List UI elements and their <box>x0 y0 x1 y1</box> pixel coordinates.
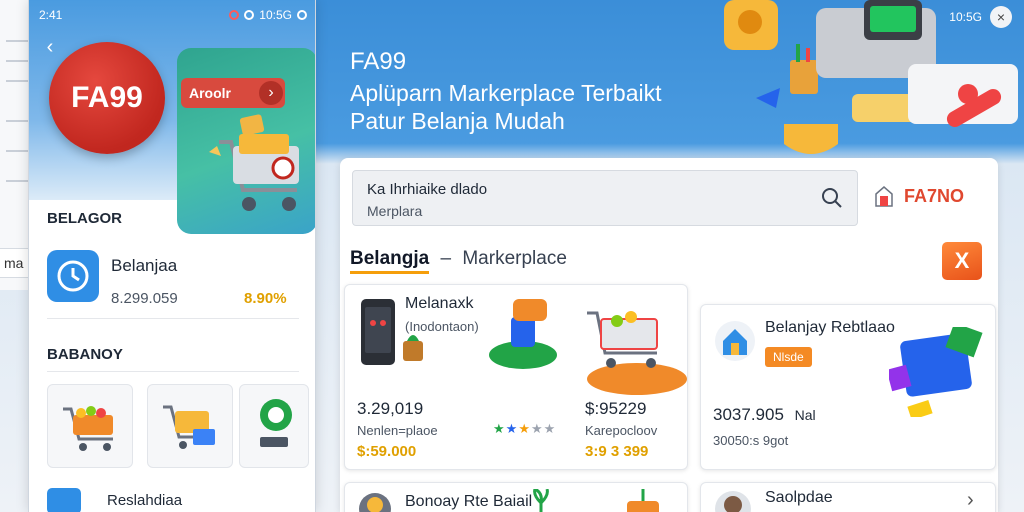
scale-icon <box>489 299 557 369</box>
product-name-right: Belanjay Rebtlaao <box>765 319 895 336</box>
product-name: Melanaxk <box>405 295 474 312</box>
hero-subtitle-2: Patur Belanja Mudah <box>350 108 565 134</box>
clock-icon <box>57 260 89 292</box>
divider <box>47 318 299 319</box>
section-heading-2: BABANOY <box>47 346 123 363</box>
tag-icon[interactable] <box>47 488 81 512</box>
book-icon <box>889 327 983 417</box>
app-name[interactable]: Belanjaa <box>111 256 177 276</box>
status-icons: 10:5G <box>229 8 307 22</box>
section-heading: BELAGOR <box>47 210 122 227</box>
product-category-right: 30050:s 9got <box>713 433 789 448</box>
app-icon[interactable] <box>47 250 99 302</box>
search-input[interactable]: Ka Ihrhiaike dlado <box>367 181 487 198</box>
search-field[interactable]: Ka Ihrhiaike dlado Merplara <box>352 170 858 226</box>
tab-bar: Belangja – Markerplace <box>350 248 567 274</box>
shopping-cart-icon <box>209 114 299 211</box>
brand-logo: FA99 <box>49 42 165 154</box>
tools-icon <box>852 64 1018 127</box>
app-discount: 8.90% <box>244 290 287 307</box>
avatar-icon <box>359 493 391 512</box>
product-badge: Nlsde <box>765 347 812 367</box>
product-price-right: 3037.905 Nal <box>713 405 816 425</box>
brand-chip[interactable]: FA7NO <box>872 184 964 208</box>
shield-icon <box>784 124 838 154</box>
green-badge-icon <box>260 399 292 447</box>
search-placeholder: Merplara <box>367 203 423 219</box>
product-category: Nenlen=plaoe <box>357 423 438 438</box>
tag-orange-icon <box>627 489 659 512</box>
product-card-bottom-right[interactable]: Saolpdae › <box>700 482 996 512</box>
chevron-right-icon[interactable]: › <box>967 489 974 512</box>
product-name-bottom: Bonoay Rte Baiail <box>405 493 533 510</box>
category-tile-cart[interactable] <box>47 384 133 468</box>
hero-title: FA99 <box>350 48 407 75</box>
product-promo-price-2: 3:9 3 399 <box>585 443 649 460</box>
back-chevron-icon[interactable]: ‹ <box>39 36 61 58</box>
tab-belanja[interactable]: Belangja <box>350 248 430 274</box>
marketplace-card: Ka Ihrhiaike dlado Merplara FA7NO Belang… <box>340 158 998 512</box>
status-network: 10:5G <box>259 8 292 22</box>
store-icon <box>875 186 893 207</box>
rating-stars-icon: ★★★★★ <box>493 421 557 436</box>
coin-box-icon <box>724 0 778 50</box>
grocery-cart-icon <box>163 405 215 449</box>
bottom-item-label[interactable]: Reslahdiaa <box>107 492 182 509</box>
battery-icon <box>297 10 307 20</box>
app-price: 8.299.059 <box>111 290 178 307</box>
hero-subtitle: Aplüparn Markerplace Terbaikt <box>350 80 662 106</box>
category-tile-cart-2[interactable] <box>147 384 233 468</box>
profile-avatar-icon <box>715 491 751 512</box>
product-category-2: Karepocloov <box>585 423 658 438</box>
fruit-cart-icon <box>63 406 113 451</box>
product-price-suffix: Nal <box>794 407 816 423</box>
tab-separator: – <box>440 248 452 269</box>
product-price-2: $:95229 <box>585 399 647 418</box>
sync-icon <box>244 10 255 20</box>
product-subtitle: (Inodontaon) <box>405 319 479 334</box>
product-price-value: 3037.905 <box>713 405 784 424</box>
tab-marketplace[interactable]: Markerplace <box>462 248 567 269</box>
product-name-bottom-right: Saolpdae <box>765 489 833 506</box>
status-time: 2:41 <box>39 8 63 22</box>
top-right-status-text: 10:5G <box>949 10 982 24</box>
divider <box>47 371 299 372</box>
phone-screen: 2:41 10:5G ‹ FA99 Aroolr › BELAGOR Belan… <box>28 0 316 512</box>
search-icon[interactable] <box>821 187 843 209</box>
blade-icon <box>756 88 780 108</box>
cart-icon <box>587 311 687 395</box>
notification-icon <box>229 10 240 20</box>
product-card-bottom[interactable]: Bonoay Rte Baiail <box>344 482 688 512</box>
category-tile-green[interactable] <box>239 384 309 468</box>
product-price: 3.29,019 <box>357 399 424 418</box>
top-right-status: 10:5G × <box>949 6 1012 28</box>
brand-chip-label: FA7NO <box>904 185 965 206</box>
close-button[interactable]: X <box>942 242 982 280</box>
close-icon[interactable]: × <box>990 6 1012 28</box>
product-card[interactable]: Melanaxk (Inodontaon) 3.29,019 Nenlen=pl… <box>344 284 688 470</box>
status-bar: 2:41 10:5G <box>29 0 315 30</box>
leaf-icon <box>533 489 549 512</box>
product-promo-price: $:59.000 <box>357 443 417 460</box>
arrow-right-icon[interactable]: › <box>259 81 283 105</box>
house-icon <box>715 321 755 361</box>
product-card-right[interactable]: Belanjay Rebtlaao Nlsde 3037.905 Nal 300… <box>700 304 996 470</box>
